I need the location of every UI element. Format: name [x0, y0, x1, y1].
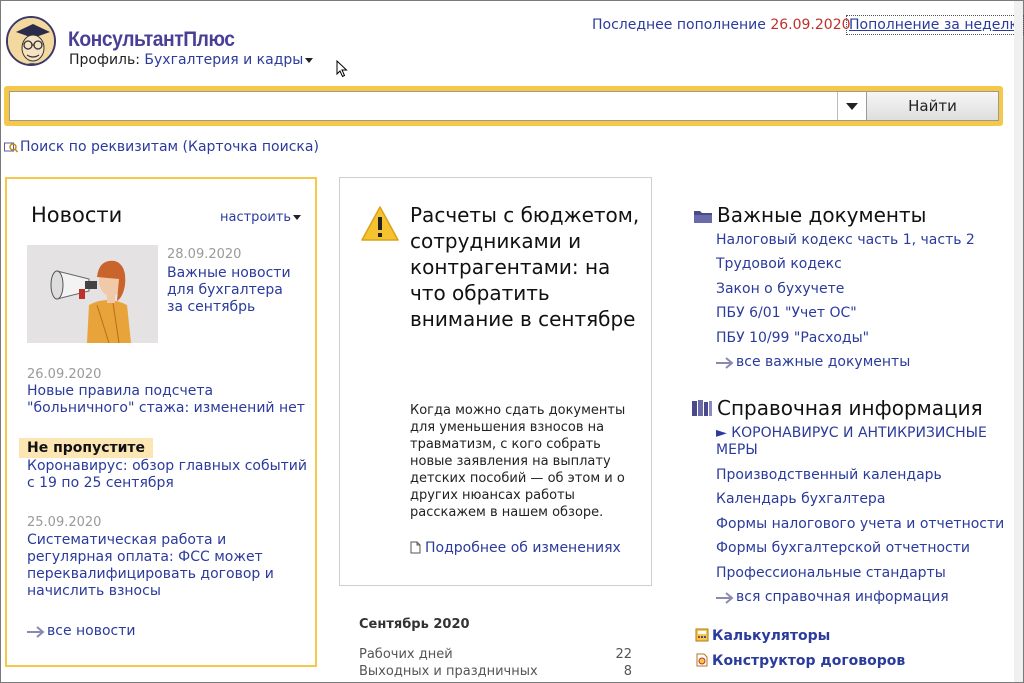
magnifier-card-icon — [4, 142, 19, 153]
all-reference-link[interactable]: вся справочная информация — [716, 589, 949, 605]
news-item-link[interactable]: Важные новости для бухгалтера за сентябр… — [167, 265, 297, 316]
arrow-right-icon — [716, 357, 734, 369]
profile-label: Профиль: — [69, 52, 140, 68]
important-docs-label: Важные документы — [717, 203, 927, 227]
news-configure-label: настроить — [220, 210, 292, 225]
reference-link-coronavirus[interactable]: ► КОРОНАВИРУС И АНТИКРИЗИСНЫЕ МЕРЫ — [716, 425, 996, 459]
news-item-link[interactable]: Новые правила подсчета "больничного" ста… — [27, 383, 307, 417]
news-date: 28.09.2020 — [167, 247, 242, 262]
week-updates-link[interactable]: Пополнение за неделю — [846, 15, 1024, 35]
mouse-cursor-icon — [336, 60, 348, 78]
dont-miss-badge: Не пропустите — [19, 438, 154, 458]
news-title: Новости — [31, 203, 123, 227]
search-bar: Найти — [4, 86, 1003, 126]
calculators-label: Калькуляторы — [712, 628, 831, 644]
all-reference-label: вся справочная информация — [736, 589, 949, 605]
folder-icon — [694, 211, 712, 223]
vertical-scrollbar[interactable] — [1014, 1, 1023, 682]
profile-value[interactable]: Бухгалтерия и кадры — [144, 52, 303, 68]
important-doc-link[interactable]: Закон о бухучете — [716, 281, 844, 298]
logo-avatar-icon[interactable] — [6, 16, 56, 66]
contract-builder-icon — [696, 653, 708, 667]
search-history-dropdown[interactable] — [837, 92, 865, 120]
important-doc-link[interactable]: ПБУ 6/01 "Учет ОС" — [716, 305, 857, 322]
requisites-search-link[interactable]: Поиск по реквизитам (Карточка поиска) — [4, 139, 319, 155]
reference-link[interactable]: Производственный календарь — [716, 467, 942, 484]
calendar-row: Рабочих дней 22 — [359, 647, 632, 662]
arrow-right-icon — [27, 626, 45, 638]
calculator-icon — [695, 628, 709, 642]
calendar-row-label: Рабочих дней — [359, 647, 453, 662]
profile-selector[interactable]: Профиль: Бухгалтерия и кадры — [69, 52, 314, 68]
all-news-label: все новости — [47, 623, 136, 639]
important-doc-link[interactable]: Налоговый кодекс часть 1, часть 2 — [716, 232, 975, 249]
article-more-label: Подробнее об изменениях — [425, 540, 621, 556]
chevron-down-icon[interactable] — [305, 57, 314, 63]
reference-info-title: Справочная информация — [691, 396, 983, 420]
news-date: 25.09.2020 — [27, 515, 102, 530]
brand-name: КонсультантПлюс — [68, 28, 235, 51]
find-button[interactable]: Найти — [866, 91, 999, 121]
news-date: 26.09.2020 — [27, 367, 102, 382]
article-title-link[interactable]: Расчеты с бюджетом, сотрудниками и контр… — [410, 202, 640, 332]
search-input[interactable] — [9, 91, 867, 121]
news-image-megaphone[interactable] — [27, 245, 158, 343]
last-update: Последнее пополнение 26.09.2020 — [592, 17, 851, 33]
contract-builder-link[interactable]: Конструктор договоров — [695, 653, 905, 669]
important-docs-title: Важные документы — [693, 203, 926, 227]
article-more-link[interactable]: Подробнее об изменениях — [410, 540, 621, 556]
reference-link[interactable]: Профессиональные стандарты — [716, 565, 946, 582]
requisites-search-label: Поиск по реквизитам (Карточка поиска) — [20, 139, 319, 155]
calendar-row-value: 22 — [615, 647, 632, 662]
books-icon — [692, 400, 712, 416]
last-update-date: 26.09.2020 — [770, 17, 851, 33]
important-doc-link[interactable]: ПБУ 10/99 "Расходы" — [716, 330, 869, 347]
calendar-row-value: 8 — [623, 664, 632, 679]
important-doc-link[interactable]: Трудовой кодекс — [716, 256, 842, 273]
reference-link[interactable]: Календарь бухгалтера — [716, 491, 885, 508]
article-text: Когда можно сдать документы для уменьшен… — [410, 403, 626, 520]
news-configure-link[interactable]: настроить — [220, 210, 302, 225]
last-update-label: Последнее пополнение — [592, 17, 766, 33]
arrow-right-icon — [716, 592, 734, 604]
reference-link[interactable]: Формы бухгалтерской отчетности — [716, 540, 970, 557]
contract-builder-label: Конструктор договоров — [712, 653, 906, 669]
chevron-down-icon — [293, 215, 302, 220]
all-important-docs-link[interactable]: все важные документы — [716, 354, 910, 370]
reference-info-label: Справочная информация — [717, 396, 983, 420]
chevron-down-icon — [845, 102, 858, 110]
all-important-docs-label: все важные документы — [736, 354, 911, 370]
warning-icon — [361, 206, 399, 241]
news-item-link[interactable]: Систематическая работа и регулярная опла… — [27, 532, 297, 600]
news-item-link[interactable]: Коронавирус: обзор главных событий с 19 … — [27, 458, 307, 492]
calendar-row-label: Выходных и праздничных — [359, 664, 538, 679]
reference-link[interactable]: Формы налогового учета и отчетности — [716, 516, 1004, 533]
featured-article: Расчеты с бюджетом, сотрудниками и контр… — [339, 177, 652, 586]
all-news-link[interactable]: все новости — [27, 623, 136, 639]
document-icon — [410, 541, 421, 554]
calculators-link[interactable]: Калькуляторы — [695, 628, 830, 644]
calendar-row: Выходных и праздничных 8 — [359, 664, 632, 679]
news-panel: Новости настроить 28.09.2020 Важные ново… — [5, 177, 317, 667]
calendar-title: Сентябрь 2020 — [359, 617, 470, 632]
